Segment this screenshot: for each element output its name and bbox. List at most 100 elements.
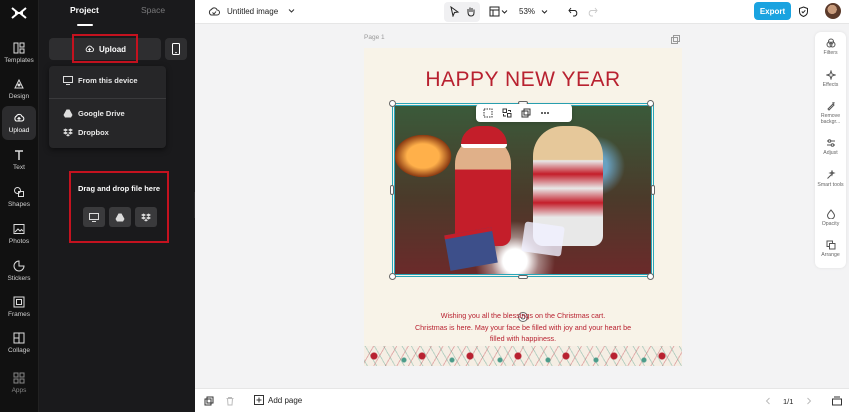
greeting-message[interactable]: Wishing you all the blessings on the Chr…: [384, 310, 662, 345]
tool-remove-background[interactable]: Remove backgr...: [815, 101, 846, 125]
page-label: Page 1: [364, 34, 385, 41]
drop-zone-google-drive-button[interactable]: [109, 207, 131, 227]
rail-item-label: Shapes: [7, 201, 31, 208]
tool-effects[interactable]: Effects: [815, 70, 846, 88]
frames-icon: [13, 296, 25, 308]
capcut-logo-icon[interactable]: [11, 6, 27, 20]
tab-project[interactable]: Project: [70, 5, 99, 15]
photos-icon: [13, 224, 25, 234]
rail-item-frames[interactable]: Frames: [2, 290, 36, 324]
opacity-icon: [826, 209, 835, 219]
rail-item-label: Text: [13, 164, 25, 171]
festive-pattern-band[interactable]: [364, 346, 682, 366]
redo-icon[interactable]: [587, 6, 598, 17]
resize-handle[interactable]: [647, 100, 654, 107]
undo-icon[interactable]: [568, 6, 579, 17]
google-drive-icon: [63, 109, 73, 118]
adjust-icon: [826, 139, 835, 147]
more-options-icon[interactable]: [540, 108, 550, 118]
resize-handle[interactable]: [389, 273, 396, 280]
hand-icon[interactable]: [465, 6, 476, 17]
chevron-down-icon[interactable]: [288, 8, 295, 14]
tool-smart-tools[interactable]: Smart tools: [815, 170, 846, 188]
zoom-level[interactable]: 53%: [519, 7, 535, 16]
document-title[interactable]: Untitled image: [227, 7, 278, 16]
menu-item-label: From this device: [78, 76, 138, 85]
resize-handle[interactable]: [647, 273, 654, 280]
arrange-icon: [826, 240, 835, 250]
design-page[interactable]: HAPPY NEW YEAR Wishing you all the bless…: [364, 48, 682, 366]
page-list-icon[interactable]: [832, 396, 842, 406]
chevron-right-icon[interactable]: [804, 396, 814, 406]
page-counter: 1/1: [783, 397, 794, 406]
drop-zone[interactable]: Drag and drop file here: [69, 171, 169, 243]
tool-filters[interactable]: Filters: [815, 38, 846, 56]
tool-opacity[interactable]: Opacity: [815, 209, 846, 227]
chevron-down-icon[interactable]: [541, 6, 548, 17]
rail-item-design[interactable]: Design: [2, 72, 36, 106]
menu-item-google-drive[interactable]: Google Drive: [63, 109, 125, 118]
rail-item-label: Apps: [11, 387, 27, 394]
tool-label: Adjust: [823, 150, 838, 156]
tab-space[interactable]: Space: [141, 5, 165, 15]
monitor-icon: [89, 212, 99, 222]
effects-icon: [825, 70, 836, 80]
rail-item-label: Upload: [8, 127, 30, 134]
rail-item-apps[interactable]: Apps: [2, 366, 36, 400]
menu-item-dropbox[interactable]: Dropbox: [63, 128, 109, 137]
rail-item-label: Design: [8, 93, 30, 100]
headline-text[interactable]: HAPPY NEW YEAR: [364, 68, 682, 92]
tool-adjust[interactable]: Adjust: [815, 138, 846, 156]
resize-handle[interactable]: [518, 275, 528, 279]
dropbox-icon: [63, 128, 73, 137]
cloud-save-icon[interactable]: [208, 6, 220, 17]
active-tab-indicator: [77, 24, 93, 26]
resize-handle[interactable]: [390, 185, 394, 195]
duplicate-icon[interactable]: [521, 108, 531, 118]
mobile-upload-button[interactable]: [165, 38, 187, 60]
upload-source-menu: From this device Google Drive Dropbox: [49, 66, 166, 148]
rail-item-label: Collage: [7, 347, 31, 354]
layers-icon[interactable]: [204, 396, 214, 406]
replace-icon[interactable]: [502, 108, 512, 118]
rail-item-shapes[interactable]: Shapes: [2, 180, 36, 214]
message-line: filled with happiness.: [489, 334, 557, 343]
duplicate-page-icon[interactable]: [671, 35, 680, 44]
apps-icon: [13, 372, 25, 384]
resize-handle[interactable]: [389, 100, 396, 107]
chevron-down-icon[interactable]: [501, 6, 508, 17]
rail-item-templates[interactable]: Templates: [2, 36, 36, 70]
menu-item-from-device[interactable]: From this device: [63, 76, 138, 85]
drop-zone-device-button[interactable]: [83, 207, 105, 227]
chevron-left-icon[interactable]: [763, 396, 773, 406]
layout-icon[interactable]: [489, 6, 500, 17]
shield-icon[interactable]: [798, 6, 809, 17]
crop-select-icon[interactable]: [483, 108, 493, 118]
highlight-box-upload: [72, 34, 138, 63]
app-root: Templates Design Upload Text Shapes Phot…: [0, 0, 849, 412]
tool-label: Smart tools: [817, 182, 844, 188]
rail-item-label: Stickers: [7, 275, 31, 282]
add-page-button[interactable]: Add page: [254, 395, 302, 405]
drop-zone-dropbox-button[interactable]: [135, 207, 157, 227]
left-rail: Templates Design Upload Text Shapes Phot…: [0, 0, 38, 412]
tool-arrange[interactable]: Arrange: [815, 240, 846, 258]
canvas-area[interactable]: Page 1 HAPPY NEW YEAR Wishing you all th…: [195, 25, 815, 387]
text-icon: [15, 150, 23, 160]
tool-label: Filters: [823, 50, 838, 56]
avatar[interactable]: [825, 3, 841, 19]
trash-icon[interactable]: [225, 396, 235, 406]
rail-item-stickers[interactable]: Stickers: [2, 254, 36, 288]
rail-item-upload[interactable]: Upload: [2, 106, 36, 140]
cursor-mode-group: [444, 2, 480, 22]
resize-handle[interactable]: [651, 185, 655, 195]
rail-item-collage[interactable]: Collage: [2, 326, 36, 360]
rail-item-text[interactable]: Text: [2, 143, 36, 177]
rail-item-label: Frames: [7, 311, 31, 318]
rail-item-photos[interactable]: Photos: [2, 217, 36, 251]
templates-icon: [13, 42, 25, 54]
export-button[interactable]: Export: [754, 2, 791, 20]
pointer-icon[interactable]: [449, 6, 460, 17]
tool-label: Effects: [822, 82, 839, 88]
smart-tools-icon: [826, 170, 836, 179]
